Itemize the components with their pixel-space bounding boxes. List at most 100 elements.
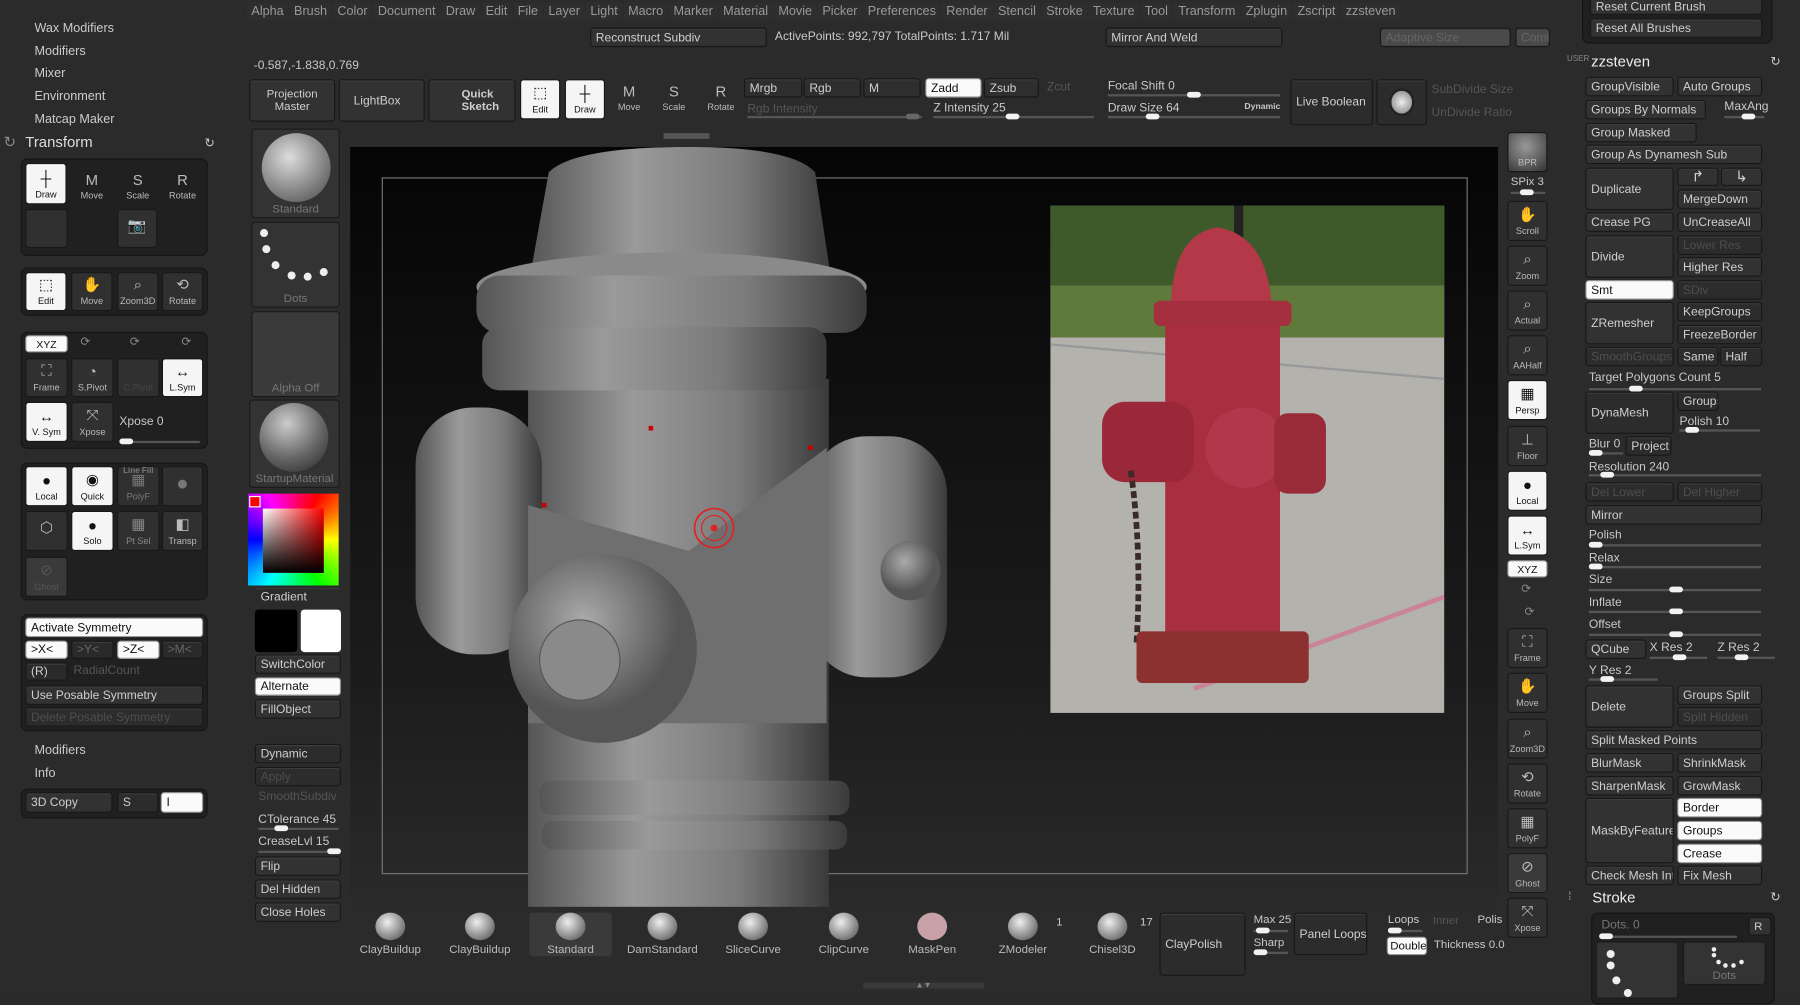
brush-zmodeler[interactable]: ZModeler xyxy=(982,912,1065,956)
rotate-y-icon[interactable]: ⟳ xyxy=(130,335,140,349)
duplicate-button[interactable]: Duplicate xyxy=(1585,167,1674,211)
dots-slider[interactable] xyxy=(1599,933,1737,940)
smt-button[interactable]: Smt xyxy=(1585,280,1674,300)
merge-down-button[interactable]: MergeDown xyxy=(1677,189,1763,209)
lsym-button[interactable]: ↔ L.Sym xyxy=(161,358,204,398)
down-arrow-icon[interactable]: ↳ xyxy=(1720,167,1763,186)
shelf-frame-button[interactable]: ⛶ Frame xyxy=(1507,627,1548,669)
transform2-zoom3d-button[interactable]: ⌕ Zoom3D xyxy=(117,272,159,312)
claypolish-button[interactable]: ClayPolish xyxy=(1159,912,1246,976)
panel-loops-button[interactable]: Panel Loops xyxy=(1293,912,1368,956)
adaptive-size-button[interactable]: Adaptive Size xyxy=(1379,27,1511,48)
shelf-xpose-button[interactable]: ⤧ Xpose xyxy=(1507,897,1548,938)
redo-arrow-icon[interactable]: ↱ xyxy=(1677,167,1719,186)
fill-object-button[interactable]: FillObject xyxy=(254,699,341,719)
shelf-scroll-button[interactable]: ✋ Scroll xyxy=(1507,200,1548,242)
r-button[interactable]: R xyxy=(1748,917,1772,936)
rotate-x-icon[interactable]: ⟳ xyxy=(80,335,90,349)
shelf-rotate-button[interactable]: ⟲ Rotate xyxy=(1507,763,1548,804)
left-menu-matcap-maker[interactable]: Matcap Maker xyxy=(34,113,114,127)
rotate-z-icon[interactable]: ⟳ xyxy=(181,335,191,349)
blur-mask-button[interactable]: BlurMask xyxy=(1585,753,1674,773)
primary-color-swatch[interactable] xyxy=(254,609,298,653)
menu-light[interactable]: Light xyxy=(585,2,623,21)
shelf-aahalf-button[interactable]: ⌕ AAHalf xyxy=(1507,335,1548,376)
flip-button[interactable]: Flip xyxy=(254,856,341,876)
menu-stencil[interactable]: Stencil xyxy=(993,2,1041,21)
check-mesh-button[interactable]: Check Mesh Int xyxy=(1585,865,1674,886)
close-holes-button[interactable]: Close Holes xyxy=(254,902,341,922)
modifiers-menu[interactable]: Modifiers xyxy=(34,744,85,758)
right-slider[interactable] xyxy=(1724,113,1765,120)
ptsel-button[interactable]: ▦ Pt Sel xyxy=(117,510,160,552)
spivot-button[interactable]: ◔ S.Pivot xyxy=(71,358,114,398)
higher-res-button[interactable]: Higher Res xyxy=(1677,257,1763,277)
same-button[interactable]: Same xyxy=(1677,346,1719,367)
right-slider[interactable] xyxy=(1588,676,1658,682)
edit-mode-button[interactable]: ⬚ Edit xyxy=(520,79,561,120)
transform2-move-button[interactable]: ✋ Move xyxy=(71,272,113,312)
local-button[interactable]: ● Local xyxy=(25,466,68,507)
menu-picker[interactable]: Picker xyxy=(817,2,863,21)
activate-symmetry-button[interactable]: Activate Symmetry xyxy=(25,617,204,638)
shelf-zoom3d-button[interactable]: ⌕ Zoom3D xyxy=(1507,718,1548,759)
shelf-polyf-button[interactable]: ▦ PolyF xyxy=(1507,808,1548,849)
menu-color[interactable]: Color xyxy=(332,2,373,21)
info-menu[interactable]: Info xyxy=(34,767,55,781)
transform-scale-button[interactable]: S Scale xyxy=(117,163,158,204)
cube-button[interactable]: ⬡ xyxy=(25,510,68,552)
xpose-button[interactable]: ⤧ Xpose xyxy=(71,401,114,442)
live-boolean-button[interactable]: Live Boolean xyxy=(1290,79,1374,126)
menu-brush[interactable]: Brush xyxy=(289,2,332,21)
camera-button[interactable]: 📷 xyxy=(117,208,158,248)
menu-material[interactable]: Material xyxy=(718,2,773,21)
right-slider[interactable] xyxy=(1588,450,1624,456)
alternate-button[interactable]: Alternate xyxy=(254,677,341,696)
freeze-border-button[interactable]: FreezeBorder xyxy=(1677,324,1763,345)
comb-button[interactable]: Comb xyxy=(1515,27,1550,48)
refresh-icon[interactable]: ↻ xyxy=(204,135,215,151)
matcap-sphere-button[interactable]: ● xyxy=(161,466,204,507)
mask-by-feature-button[interactable]: MaskByFeature xyxy=(1585,797,1674,864)
mirror-and-weld-button[interactable]: Mirror And Weld xyxy=(1105,27,1283,48)
menu-movie[interactable]: Movie xyxy=(773,2,817,21)
shelf-zoom-button[interactable]: ⌕ Zoom xyxy=(1507,245,1548,286)
groups-button[interactable]: Groups xyxy=(1677,391,1719,411)
group-masked-button[interactable]: Group Masked xyxy=(1585,122,1697,143)
hydrant-model[interactable] xyxy=(350,146,1498,907)
left-menu-mixer[interactable]: Mixer xyxy=(34,67,65,81)
brush-clipcurve[interactable]: ClipCurve xyxy=(802,912,885,956)
group-dynamesh-button[interactable]: Group As Dynamesh Sub xyxy=(1585,144,1763,165)
solo-button[interactable]: ● Solo xyxy=(71,510,114,552)
delete-button[interactable]: Delete xyxy=(1585,685,1674,728)
menu-texture[interactable]: Texture xyxy=(1088,2,1140,21)
sharp-slider[interactable] xyxy=(1253,949,1289,956)
stroke-header[interactable]: Stroke xyxy=(1592,889,1635,906)
zadd-button[interactable]: Zadd xyxy=(925,78,982,98)
right-slider[interactable] xyxy=(1717,654,1775,661)
switch-color-button[interactable]: SwitchColor xyxy=(254,654,341,674)
shelf-rotate-z-icon[interactable]: ⟳ xyxy=(1525,605,1535,619)
shelf-floor-button[interactable]: ⊥ Floor xyxy=(1507,425,1548,467)
menu-document[interactable]: Document xyxy=(373,2,441,21)
reconstruct-subdiv-button[interactable]: Reconstruct Subdiv xyxy=(590,27,767,48)
menu-file[interactable]: File xyxy=(513,2,543,21)
half-button[interactable]: Half xyxy=(1719,346,1763,367)
menu-edit[interactable]: Edit xyxy=(481,2,512,21)
material-thumbnail[interactable]: StartupMaterial xyxy=(249,399,340,488)
xyz-button[interactable]: XYZ xyxy=(25,335,68,353)
sym-x-button[interactable]: >X< xyxy=(25,640,68,659)
split-masked-button[interactable]: Split Masked Points xyxy=(1585,730,1763,750)
i-button[interactable]: I xyxy=(160,792,204,813)
del-hidden-button[interactable]: Del Hidden xyxy=(254,879,341,899)
focal-shift-slider[interactable] xyxy=(1107,91,1281,98)
divide-button[interactable]: Divide xyxy=(1585,235,1674,278)
m-button[interactable]: M xyxy=(863,78,921,98)
vsym-button[interactable]: ↔ V. Sym xyxy=(25,401,68,442)
menu-stroke[interactable]: Stroke xyxy=(1041,2,1088,21)
groups2-button[interactable]: Groups xyxy=(1677,820,1763,841)
shelf-rotate-y-icon[interactable]: ⟳ xyxy=(1521,582,1531,596)
shelf-persp-button[interactable]: ▦ Persp xyxy=(1507,379,1548,421)
right-slider[interactable] xyxy=(1679,427,1760,433)
sym-y-button[interactable]: >Y< xyxy=(71,640,114,659)
